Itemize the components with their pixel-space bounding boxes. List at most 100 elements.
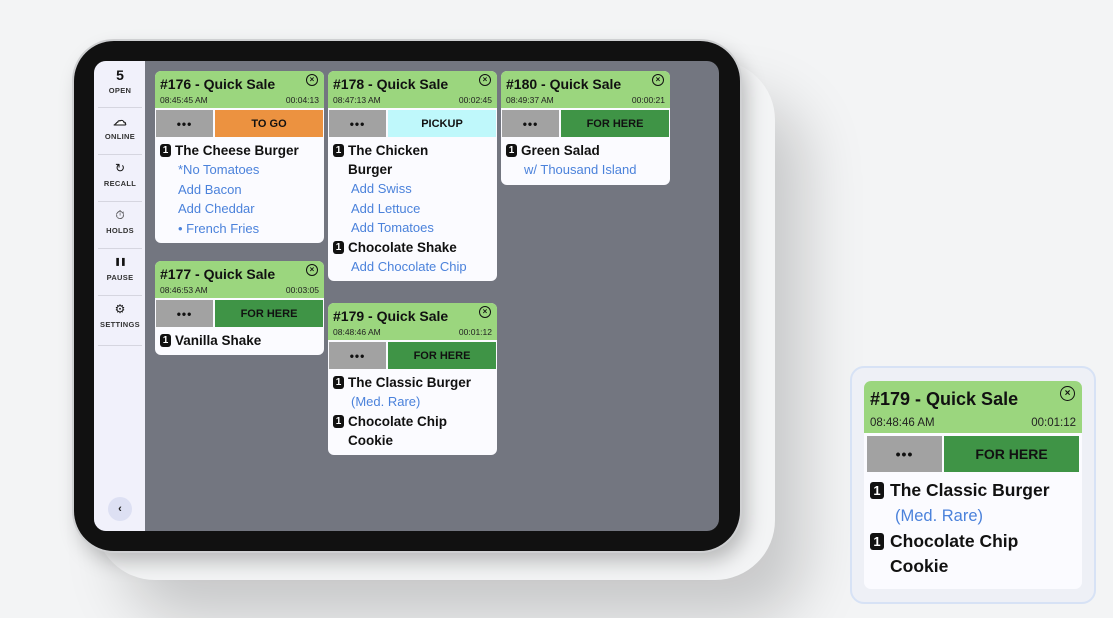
order-type-button[interactable]: FOR HERE bbox=[944, 436, 1079, 472]
more-button[interactable]: ••• bbox=[156, 110, 213, 137]
elapsed-time: 00:03:05 bbox=[285, 285, 319, 295]
sidebar-item-pause[interactable]: ❚❚ PAUSE bbox=[98, 254, 142, 296]
quantity-badge: 1 bbox=[506, 144, 517, 157]
order-ticket[interactable]: #176 - Quick Sale × 08:45:45 AM 00:04:13 … bbox=[155, 71, 324, 243]
order-type-button[interactable]: FOR HERE bbox=[388, 342, 496, 369]
order-type-button[interactable]: FOR HERE bbox=[561, 110, 669, 137]
quantity-badge: 1 bbox=[160, 334, 171, 347]
ticket-title: #178 - Quick Sale bbox=[333, 76, 449, 92]
order-time: 08:49:37 AM bbox=[506, 95, 554, 105]
elapsed-time: 00:00:21 bbox=[631, 95, 665, 105]
item-modifier: (Med. Rare) bbox=[895, 507, 984, 525]
order-ticket[interactable]: #178 - Quick Sale × 08:47:13 AM 00:02:45 … bbox=[328, 71, 497, 281]
gear-icon: ⚙ bbox=[114, 302, 126, 316]
sidebar-item-label: RECALL bbox=[103, 179, 137, 188]
more-button[interactable]: ••• bbox=[329, 110, 386, 137]
sidebar-item-holds[interactable]: ⏱ HOLDS bbox=[98, 207, 142, 249]
order-time: 08:47:13 AM bbox=[333, 95, 381, 105]
close-icon[interactable]: × bbox=[652, 74, 664, 86]
line-item[interactable]: 1 The Chicken Burger bbox=[333, 141, 493, 179]
open-count: 5 bbox=[116, 67, 124, 83]
more-button[interactable]: ••• bbox=[867, 436, 942, 472]
quantity-badge: 1 bbox=[160, 144, 171, 157]
elapsed-time: 00:01:12 bbox=[458, 327, 492, 337]
order-ticket-enlarged[interactable]: #179 - Quick Sale × 08:48:46 AM 00:01:12 … bbox=[864, 381, 1082, 589]
line-item[interactable]: 1 Chocolate Chip Cookie bbox=[870, 529, 1076, 579]
item-modifier: Add Lettuce bbox=[351, 200, 421, 216]
item-name: Chocolate Chip Cookie bbox=[348, 413, 448, 448]
ticket-header: #178 - Quick Sale × 08:47:13 AM 00:02:45 bbox=[328, 71, 497, 108]
order-type-button[interactable]: PICKUP bbox=[388, 110, 496, 137]
item-modifier: Add Bacon bbox=[178, 181, 242, 197]
more-button[interactable]: ••• bbox=[156, 300, 213, 327]
sidebar-item-online[interactable]: ☁ ONLINE bbox=[98, 113, 142, 155]
stopwatch-icon: ⏱ bbox=[115, 208, 125, 222]
more-button[interactable]: ••• bbox=[329, 342, 386, 369]
item-name: The Classic Burger bbox=[348, 375, 472, 390]
close-icon[interactable]: × bbox=[1060, 386, 1075, 401]
sidebar: 5 OPEN ☁ ONLINE ↻ RECALL ⏱ HOLDS ❚❚ PAUS… bbox=[94, 61, 145, 531]
elapsed-time: 00:04:13 bbox=[285, 95, 319, 105]
quantity-badge: 1 bbox=[333, 376, 344, 389]
order-ticket[interactable]: #180 - Quick Sale × 08:49:37 AM 00:00:21 … bbox=[501, 71, 670, 185]
close-icon[interactable]: × bbox=[479, 74, 491, 86]
ticket-header: #176 - Quick Sale × 08:45:45 AM 00:04:13 bbox=[155, 71, 324, 108]
pause-icon: ❚❚ bbox=[114, 257, 126, 266]
item-modifier: (Med. Rare) bbox=[351, 394, 421, 409]
item-name: The Cheese Burger bbox=[175, 143, 299, 158]
item-modifier: • French Fries bbox=[178, 220, 260, 236]
quantity-badge: 1 bbox=[333, 414, 344, 428]
quantity-badge: 1 bbox=[870, 482, 884, 499]
collapse-sidebar-button[interactable]: ‹ bbox=[108, 497, 132, 521]
item-modifier: Add Swiss bbox=[351, 181, 412, 196]
sidebar-item-recall[interactable]: ↻ RECALL bbox=[98, 160, 142, 202]
line-item[interactable]: 1 Chocolate Chip Cookie bbox=[333, 412, 493, 450]
item-name: The Classic Burger bbox=[890, 480, 1050, 500]
order-ticket[interactable]: #177 - Quick Sale × 08:46:53 AM 00:03:05 … bbox=[155, 261, 324, 355]
elapsed-time: 00:01:12 bbox=[1031, 417, 1076, 429]
ticket-title: #179 - Quick Sale bbox=[870, 389, 1019, 409]
close-icon[interactable]: × bbox=[306, 74, 318, 86]
more-button[interactable]: ••• bbox=[502, 110, 559, 137]
sidebar-item-label: OPEN bbox=[108, 86, 132, 95]
item-name: Chocolate Chip Cookie bbox=[890, 531, 1019, 576]
order-time: 08:46:53 AM bbox=[160, 285, 208, 295]
sidebar-item-settings[interactable]: ⚙ SETTINGS bbox=[98, 301, 142, 346]
close-icon[interactable]: × bbox=[306, 264, 318, 276]
item-name: Green Salad bbox=[521, 143, 600, 158]
item-name: The Chicken Burger bbox=[348, 143, 429, 177]
item-modifier: *No Tomatoes bbox=[178, 162, 260, 177]
line-item[interactable]: 1 Chocolate Shake bbox=[333, 238, 493, 257]
close-icon[interactable]: × bbox=[479, 306, 491, 318]
ticket-header: #179 - Quick Sale × 08:48:46 AM 00:01:12 bbox=[864, 381, 1082, 433]
item-name: Vanilla Shake bbox=[175, 333, 262, 348]
sidebar-item-label: PAUSE bbox=[106, 273, 134, 282]
ticket-title: #177 - Quick Sale bbox=[160, 266, 276, 282]
quantity-badge: 1 bbox=[870, 533, 884, 550]
sidebar-item-label: HOLDS bbox=[106, 226, 134, 235]
item-modifier: w/ Thousand Island bbox=[524, 162, 637, 177]
line-item[interactable]: 1 The Classic Burger bbox=[870, 478, 1076, 503]
item-modifier: Add Tomatoes bbox=[351, 220, 434, 235]
order-time: 08:48:46 AM bbox=[333, 327, 381, 337]
ticket-header: #177 - Quick Sale × 08:46:53 AM 00:03:05 bbox=[155, 261, 324, 298]
line-item[interactable]: 1 The Classic Burger bbox=[333, 373, 493, 392]
sidebar-item-label: ONLINE bbox=[104, 132, 136, 141]
item-modifier: Add Cheddar bbox=[178, 201, 255, 216]
line-item[interactable]: 1 Vanilla Shake bbox=[160, 331, 320, 350]
order-ticket[interactable]: #179 - Quick Sale × 08:48:46 AM 00:01:12 … bbox=[328, 303, 497, 455]
order-type-button[interactable]: FOR HERE bbox=[215, 300, 323, 327]
ticket-header: #179 - Quick Sale × 08:48:46 AM 00:01:12 bbox=[328, 303, 497, 340]
order-time: 08:45:45 AM bbox=[160, 95, 208, 105]
item-name: Chocolate Shake bbox=[348, 239, 457, 255]
line-item[interactable]: 1 Green Salad bbox=[506, 141, 666, 160]
line-item[interactable]: 1 The Cheese Burger bbox=[160, 141, 320, 160]
sidebar-item-open[interactable]: 5 OPEN bbox=[98, 67, 142, 108]
cloud-icon: ☁ bbox=[113, 113, 127, 129]
chevron-left-icon: ‹ bbox=[118, 503, 122, 515]
quantity-badge: 1 bbox=[333, 240, 344, 254]
order-type-button[interactable]: TO GO bbox=[215, 110, 323, 137]
elapsed-time: 00:02:45 bbox=[458, 95, 492, 105]
item-modifier: Add Chocolate Chip bbox=[351, 258, 467, 274]
ticket-title: #180 - Quick Sale bbox=[506, 76, 622, 92]
